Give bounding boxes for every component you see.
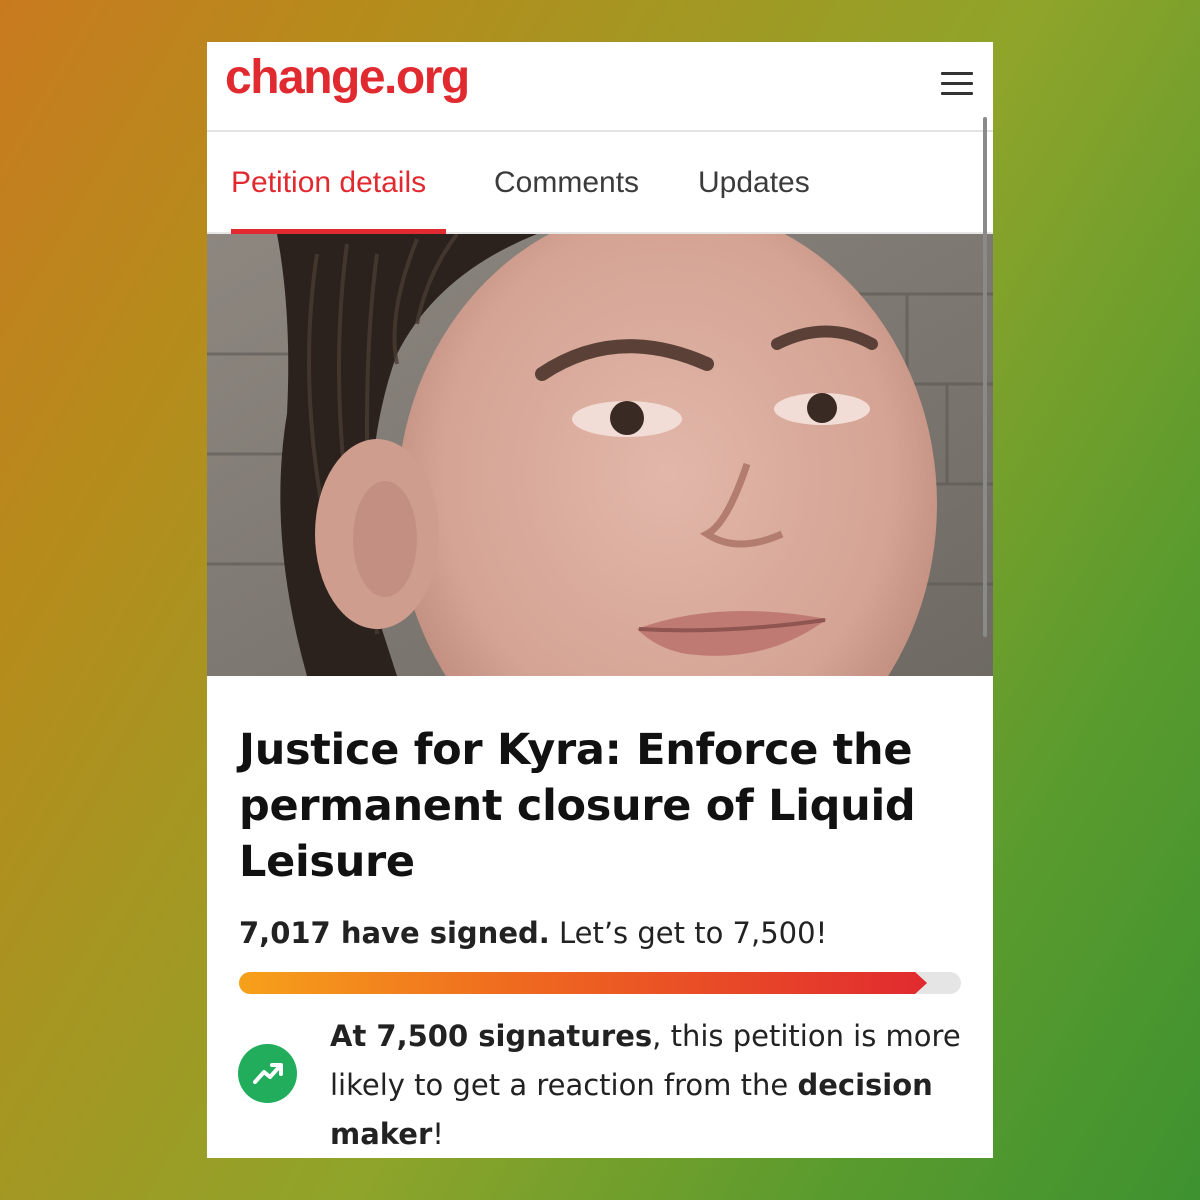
milestone-text: At 7,500 signatures, this petition is mo… — [330, 1012, 970, 1158]
signature-progress-bar — [239, 972, 961, 994]
site-header: change.org — [207, 42, 993, 132]
menu-line — [941, 72, 973, 75]
goal-text: Let’s get to 7,500! — [549, 916, 828, 950]
browser-page: change.org Petition details Comments Upd… — [207, 42, 993, 1158]
tab-comments[interactable]: Comments — [494, 166, 639, 200]
page-scrollbar[interactable] — [983, 117, 987, 637]
trending-up-icon — [238, 1044, 297, 1103]
petition-photo — [207, 234, 993, 676]
change-org-logo[interactable]: change.org — [225, 50, 470, 105]
petition-title: Justice for Kyra: Enforce the permanent … — [239, 725, 916, 887]
menu-line — [941, 92, 973, 95]
petition-content: Justice for Kyra: Enforce the permanent … — [207, 676, 993, 1158]
milestone-signatures: At 7,500 signatures — [330, 1019, 653, 1053]
milestone-text-end: ! — [432, 1117, 444, 1151]
hamburger-menu-icon[interactable] — [941, 72, 973, 96]
signature-status: 7,017 have signed. Let’s get to 7,500! — [239, 916, 993, 950]
milestone-info: At 7,500 signatures, this petition is mo… — [207, 1012, 993, 1158]
portrait-image — [207, 234, 993, 676]
progress-fill — [239, 972, 927, 994]
tab-updates[interactable]: Updates — [698, 166, 810, 200]
tab-petition-details[interactable]: Petition details — [231, 166, 426, 200]
menu-line — [941, 82, 973, 85]
petition-tabs: Petition details Comments Updates — [207, 132, 993, 234]
signed-count: 7,017 have signed. — [239, 916, 550, 950]
